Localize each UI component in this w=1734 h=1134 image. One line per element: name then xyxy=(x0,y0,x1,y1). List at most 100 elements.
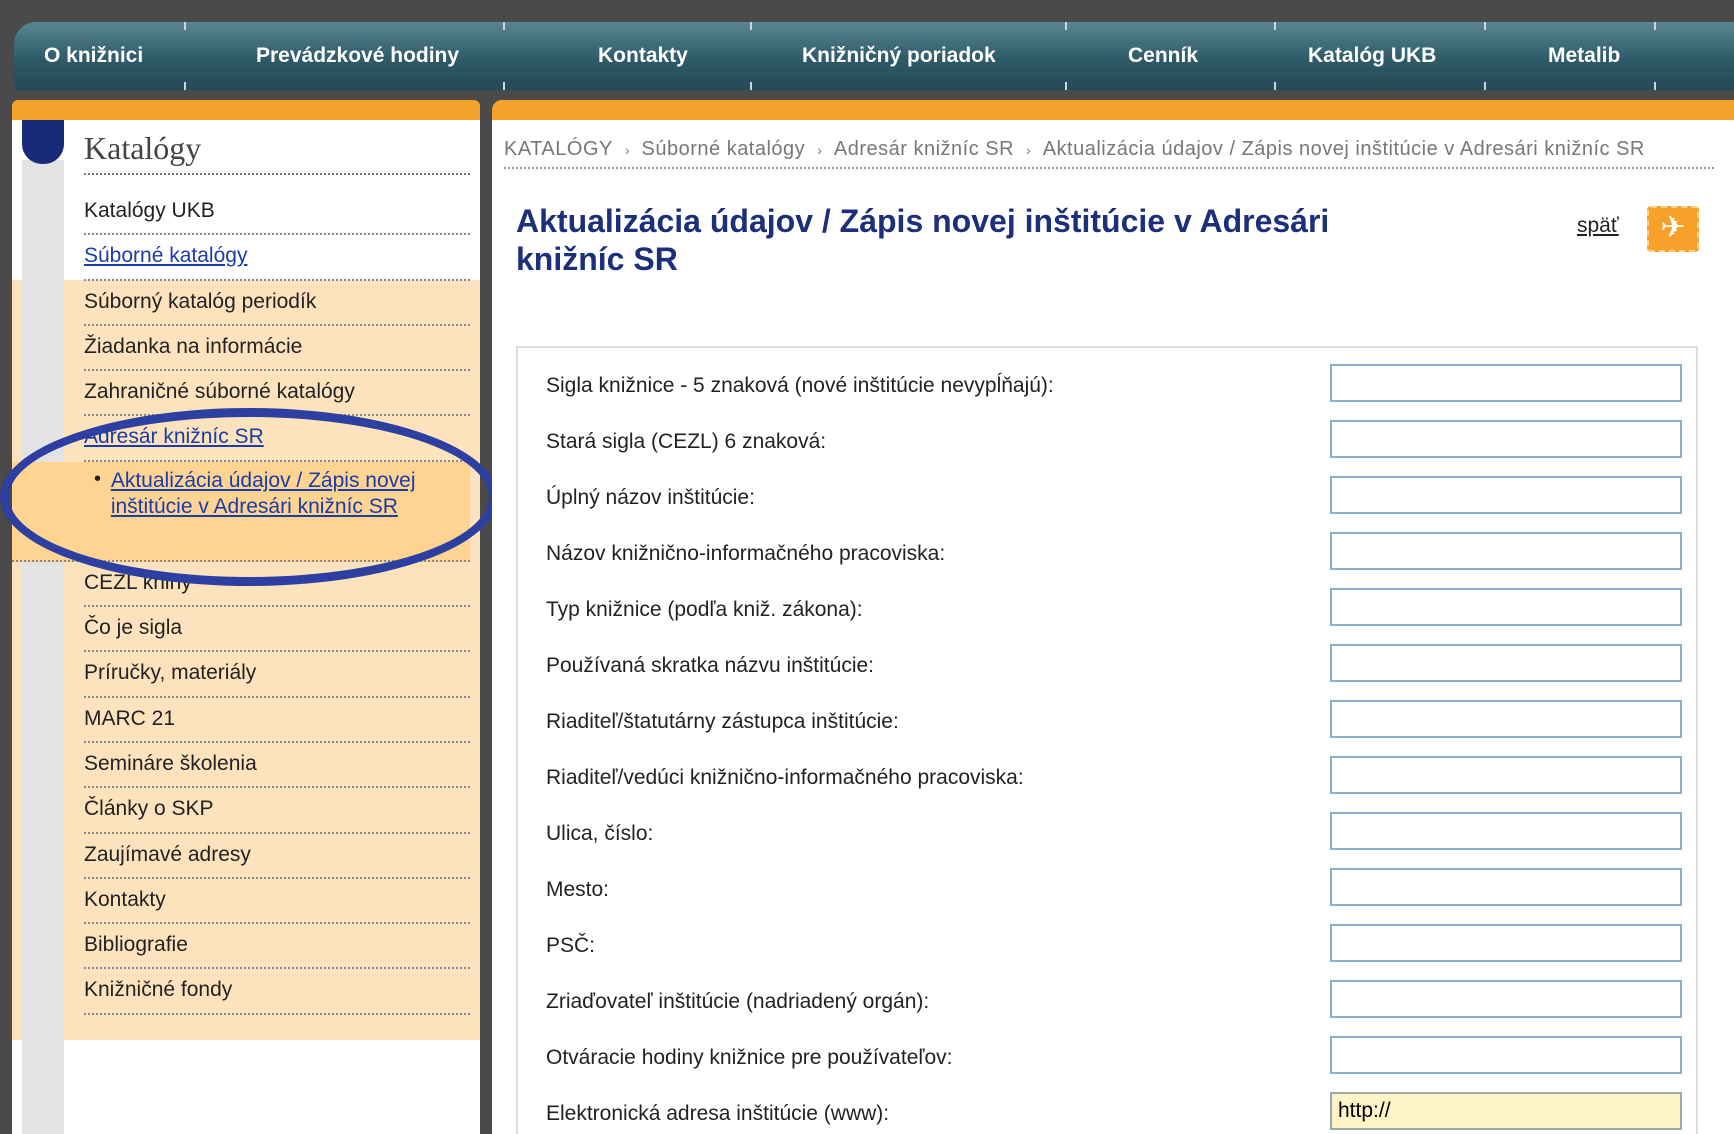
breadcrumb-current: Aktualizácia údajov / Zápis novej inštit… xyxy=(1042,138,1645,160)
sigla-5-input[interactable] xyxy=(1330,364,1682,402)
form-row: PSČ: xyxy=(518,918,1698,974)
form-row: Používaná skratka názvu inštitúcie: xyxy=(518,638,1698,694)
nav-item-katalog-ukb[interactable]: Katalóg UKB xyxy=(1308,44,1436,68)
nav-item-metalib[interactable]: Metalib xyxy=(1548,44,1620,68)
field-label: Stará sigla (CEZL) 6 znaková: xyxy=(546,430,827,453)
sidebar-item-zahranicne-katalogy[interactable]: Zahraničné súborné katalógy xyxy=(84,371,470,417)
sidebar-header-strip xyxy=(12,100,480,120)
form-row: Otváracie hodiny knižnice pre používateľ… xyxy=(518,1030,1698,1086)
field-label: Mesto: xyxy=(546,878,610,901)
form-row: Stará sigla (CEZL) 6 znaková: xyxy=(518,414,1698,470)
nav-divider xyxy=(1654,22,1656,30)
sidebar-item-prirucky[interactable]: Príručky, materiály xyxy=(84,652,470,698)
field-label: Otváracie hodiny knižnice pre používateľ… xyxy=(546,1046,953,1069)
sidebar-item-kniznicne-fondy[interactable]: Knižničné fondy xyxy=(84,969,470,1015)
sidebar-title: Katalógy xyxy=(84,130,470,175)
opening-hours-input[interactable] xyxy=(1330,1036,1682,1074)
form-row: Zriaďovateľ inštitúcie (nadriadený orgán… xyxy=(518,974,1698,1030)
field-label: Používaná skratka názvu inštitúcie: xyxy=(546,654,875,677)
form-row: Typ knižnice (podľa kniž. zákona): xyxy=(518,582,1698,638)
main-content: KATALÓGY › Súborné katalógy › Adresár knižní… xyxy=(492,120,1734,1134)
nav-item-kniznicny-poriadok[interactable]: Knižničný poriadok xyxy=(802,44,996,68)
field-label: Sigla knižnice - 5 znaková (nové inštitú… xyxy=(546,374,1054,397)
breadcrumb-separator-icon: › xyxy=(1026,142,1031,158)
nav-item-kontakty[interactable]: Kontakty xyxy=(598,44,688,68)
nav-divider xyxy=(1274,82,1276,90)
content-header-strip xyxy=(492,100,1734,120)
field-label: Riaditeľ/vedúci knižnično-informačného p… xyxy=(546,766,1024,789)
nav-item-o-kniznici[interactable]: O knižnici xyxy=(44,44,143,68)
field-label: Názov knižnično-informačného pracoviska: xyxy=(546,542,946,565)
page-title: Aktualizácia údajov / Zápis novej inštit… xyxy=(516,203,1330,277)
sidebar-item-suborny-katalog-periodik[interactable]: Súborný katalóg periodík xyxy=(84,281,470,326)
breadcrumb-item[interactable]: KATALÓGY xyxy=(504,138,613,160)
form-row: Riaditeľ/vedúci knižnično-informačného p… xyxy=(518,750,1698,806)
sidebar-menu: Katalógy UKB Súborné katalógy Súborný ka… xyxy=(12,190,470,1015)
sidebar-item-aktualizacia-udajov[interactable]: • Aktualizácia údajov / Zápis novej inšt… xyxy=(12,461,470,562)
sidebar-item-zaujimave-adresy[interactable]: Zaujímavé adresy xyxy=(84,834,470,879)
website-input[interactable] xyxy=(1330,1092,1682,1130)
nav-divider xyxy=(503,22,505,30)
form-row: Názov knižnično-informačného pracoviska: xyxy=(518,526,1698,582)
nav-item-prevadzkove-hodiny[interactable]: Prevádzkové hodiny xyxy=(256,44,459,68)
form-row: Mesto: xyxy=(518,862,1698,918)
field-label: Zriaďovateľ inštitúcie (nadriadený orgán… xyxy=(546,990,930,1013)
field-label: Úplný názov inštitúcie: xyxy=(546,486,755,509)
nav-divider xyxy=(1065,22,1067,30)
nav-divider xyxy=(1654,82,1656,90)
nav-item-cennik[interactable]: Cenník xyxy=(1128,44,1198,68)
breadcrumb-separator-icon: › xyxy=(817,142,822,158)
full-name-input[interactable] xyxy=(1330,476,1682,514)
nav-divider xyxy=(1274,22,1276,30)
street-input[interactable] xyxy=(1330,812,1682,850)
back-arrow-icon[interactable]: ✈ xyxy=(1647,206,1699,252)
sidebar-item-clanky[interactable]: Články o SKP xyxy=(84,788,470,834)
sidebar-item-katalogy-ukb[interactable]: Katalógy UKB xyxy=(84,190,470,236)
sidebar-item-ziadanka[interactable]: Žiadanka na informácie xyxy=(84,326,470,372)
form-row: Elektronická adresa inštitúcie (www): xyxy=(518,1086,1698,1134)
form-row: Riaditeľ/štatutárny zástupca inštitúcie: xyxy=(518,694,1698,750)
sidebar-item-suborne-katalogy[interactable]: Súborné katalógy xyxy=(84,235,470,281)
sidebar-item-kontakty[interactable]: Kontakty xyxy=(84,879,470,925)
sidebar-item-co-je-sigla[interactable]: Čo je sigla xyxy=(84,607,470,653)
field-label: Elektronická adresa inštitúcie (www): xyxy=(546,1102,890,1125)
nav-divider xyxy=(184,22,186,30)
field-label: Typ knižnice (podľa kniž. zákona): xyxy=(546,598,863,621)
founder-input[interactable] xyxy=(1330,980,1682,1018)
sidebar-item-cezl-knihy[interactable]: CEZL knihy xyxy=(84,562,470,608)
nav-divider xyxy=(1484,82,1486,90)
sidebar-item-adresar-kniznic[interactable]: Adresár knižníc SR xyxy=(84,416,470,462)
nav-divider xyxy=(184,82,186,90)
department-name-input[interactable] xyxy=(1330,532,1682,570)
sidebar-rail-cap xyxy=(22,120,64,164)
field-label: PSČ: xyxy=(546,934,596,957)
field-label: Riaditeľ/štatutárny zástupca inštitúcie: xyxy=(546,710,899,733)
form-row: Úplný názov inštitúcie: xyxy=(518,470,1698,526)
institution-form: Sigla knižnice - 5 znaková (nové inštitú… xyxy=(516,346,1698,1134)
sidebar-item-seminare[interactable]: Semináre školenia xyxy=(84,743,470,789)
abbreviation-input[interactable] xyxy=(1330,644,1682,682)
sigla-cezl-input[interactable] xyxy=(1330,420,1682,458)
nav-divider xyxy=(1065,82,1067,90)
nav-divider xyxy=(750,22,752,30)
bullet-icon: • xyxy=(94,467,102,490)
sidebar-item-marc21[interactable]: MARC 21 xyxy=(84,698,470,743)
breadcrumb: KATALÓGY › Súborné katalógy › Adresár knižní… xyxy=(504,136,1714,169)
breadcrumb-item[interactable]: Adresár knižníc SR xyxy=(834,138,1014,160)
postal-code-input[interactable] xyxy=(1330,924,1682,962)
library-type-input[interactable] xyxy=(1330,588,1682,626)
field-label: Ulica, číslo: xyxy=(546,822,654,845)
city-input[interactable] xyxy=(1330,868,1682,906)
top-navigation: O knižnici Prevádzkové hodiny Kontakty K… xyxy=(14,22,1734,90)
form-row: Ulica, číslo: xyxy=(518,806,1698,862)
sidebar: Katalógy Katalógy UKB Súborné katalógy S… xyxy=(12,120,480,1134)
sidebar-item-label[interactable]: Aktualizácia údajov / Zápis novej inštit… xyxy=(111,468,470,560)
director-input[interactable] xyxy=(1330,700,1682,738)
sidebar-item-bibliografie[interactable]: Bibliografie xyxy=(84,924,470,970)
form-row: Sigla knižnice - 5 znaková (nové inštitú… xyxy=(518,358,1698,414)
breadcrumb-item[interactable]: Súborné katalógy xyxy=(642,138,806,160)
back-link[interactable]: späť xyxy=(1577,214,1619,238)
nav-divider xyxy=(750,82,752,90)
department-head-input[interactable] xyxy=(1330,756,1682,794)
nav-divider xyxy=(1484,22,1486,30)
